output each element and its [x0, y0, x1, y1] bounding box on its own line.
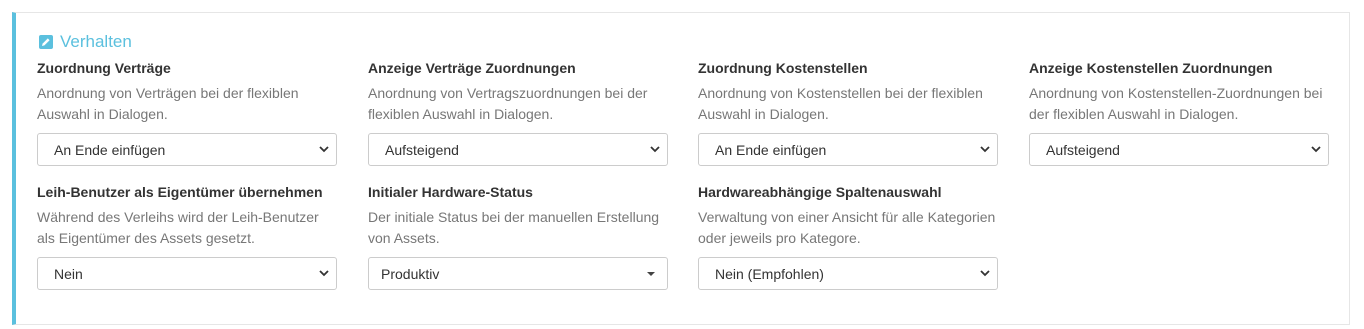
leih-benutzer-select[interactable]: Nein [37, 257, 337, 290]
chevron-down-icon [980, 270, 990, 277]
field-label: Zuordnung Kostenstellen [698, 60, 868, 76]
field-description: Anordnung von Kostenstellen-Zuordnungen … [1029, 85, 1323, 122]
field-label: Leih-Benutzer als Eigentümer übernehmen [37, 184, 323, 200]
section-header: Verhalten [39, 32, 132, 52]
chevron-down-icon [319, 146, 329, 153]
field-label: Zuordnung Verträge [37, 60, 171, 76]
field-zuordnung-kostenstellen: Zuordnung Kostenstellen Anordnung von Ko… [698, 60, 998, 166]
caret-down-icon [647, 272, 655, 276]
field-initialer-hardware-status: Initialer Hardware-Status Der initiale S… [368, 184, 668, 290]
field-anzeige-kostenstellen-zuordnungen: Anzeige Kostenstellen Zuordnungen Anordn… [1029, 60, 1329, 166]
field-anzeige-vertraege-zuordnungen: Anzeige Verträge Zuordnungen Anordnung v… [368, 60, 668, 166]
chevron-down-icon [980, 146, 990, 153]
field-label: Anzeige Kostenstellen Zuordnungen [1029, 60, 1273, 76]
section-title: Verhalten [60, 32, 132, 51]
field-label: Initialer Hardware-Status [368, 184, 533, 200]
field-leih-benutzer-eigentuemer: Leih-Benutzer als Eigentümer übernehmen … [37, 184, 337, 290]
field-hardwareabhaengige-spaltenauswahl: Hardwareabhängige Spaltenauswahl Verwalt… [698, 184, 998, 290]
chevron-down-icon [650, 146, 660, 153]
field-label: Hardwareabhängige Spaltenauswahl [698, 184, 942, 200]
zuordnung-kostenstellen-select[interactable]: An Ende einfügen [698, 133, 998, 166]
anzeige-kostenstellen-select[interactable]: Aufsteigend [1029, 133, 1329, 166]
chevron-down-icon [319, 270, 329, 277]
pencil-square-icon [39, 35, 53, 49]
zuordnung-vertraege-select[interactable]: An Ende einfügen [37, 133, 337, 166]
anzeige-vertraege-select[interactable]: Aufsteigend [368, 133, 668, 166]
field-description: Anordnung von Vertragszuordnungen bei de… [368, 85, 648, 122]
field-description: Während des Verleihs wird der Leih-Benut… [37, 209, 319, 246]
field-description: Der initiale Status bei der manuellen Er… [368, 209, 660, 246]
chevron-down-icon [1311, 146, 1321, 153]
field-label: Anzeige Verträge Zuordnungen [368, 60, 576, 76]
field-description: Anordnung von Kostenstellen bei der flex… [698, 85, 983, 122]
field-zuordnung-vertraege: Zuordnung Verträge Anordnung von Verträg… [37, 60, 337, 166]
spaltenauswahl-select[interactable]: Nein (Empfohlen) [698, 257, 998, 290]
hardware-status-select[interactable]: Produktiv [368, 257, 668, 290]
field-description: Anordnung von Verträgen bei der flexible… [37, 85, 299, 122]
behavior-settings-panel: Verhalten Zuordnung Verträge Anordnung v… [12, 12, 1350, 325]
field-description: Verwaltung von einer Ansicht für alle Ka… [698, 209, 996, 246]
